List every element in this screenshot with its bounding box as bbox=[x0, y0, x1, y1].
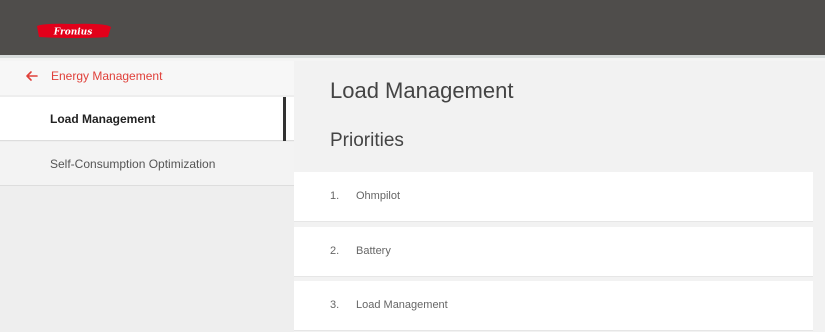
priority-row[interactable]: 1. Ohmpilot bbox=[294, 172, 813, 222]
sidebar-item-self-consumption-optimization[interactable]: Self-Consumption Optimization bbox=[0, 142, 294, 186]
priority-name: Battery bbox=[356, 245, 391, 257]
sidebar-item-label: Self-Consumption Optimization bbox=[50, 156, 216, 171]
sidebar-item-label: Load Management bbox=[50, 111, 156, 126]
priority-row[interactable]: 2. Battery bbox=[294, 227, 813, 277]
arrow-left-icon[interactable] bbox=[25, 69, 39, 83]
back-nav[interactable]: Energy Management bbox=[0, 61, 294, 95]
top-bar: Fronius bbox=[0, 0, 825, 58]
priority-number: 3. bbox=[330, 299, 340, 311]
svg-text:Fronius: Fronius bbox=[53, 28, 93, 38]
priority-name: Ohmpilot bbox=[356, 190, 401, 202]
fronius-logo[interactable]: Fronius bbox=[33, 22, 113, 40]
priority-name: Load Management bbox=[356, 299, 448, 311]
back-nav-label[interactable]: Energy Management bbox=[51, 69, 162, 83]
sidebar: Energy Management Load Management Self-C… bbox=[0, 61, 294, 332]
priority-number: 1. bbox=[330, 190, 340, 202]
page-title: Load Management bbox=[330, 78, 514, 103]
priority-number: 2. bbox=[330, 245, 340, 257]
sidebar-item-load-management[interactable]: Load Management bbox=[0, 97, 294, 141]
section-title: Priorities bbox=[330, 130, 404, 151]
priority-row[interactable]: 3. Load Management bbox=[294, 281, 813, 331]
main-content: Load Management Priorities 1. Ohmpilot 2… bbox=[294, 61, 825, 332]
